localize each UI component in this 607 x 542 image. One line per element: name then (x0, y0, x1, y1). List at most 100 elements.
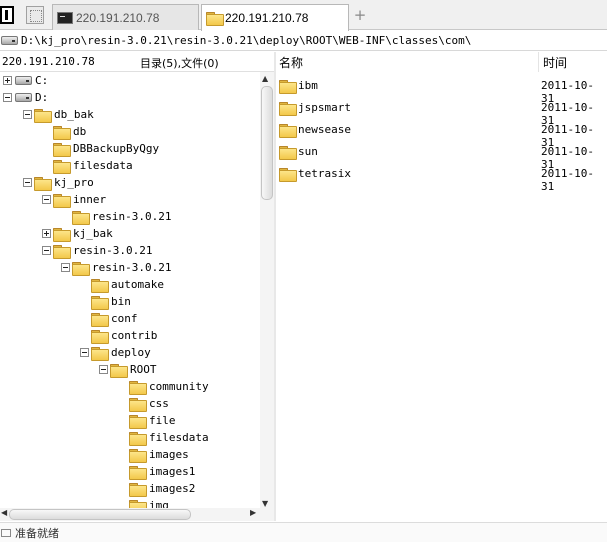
tree-node[interactable]: kj_bak (0, 225, 260, 242)
file-list-row[interactable]: newsease 2011-10-31 (276, 119, 607, 149)
host-label: 220.191.210.78 (2, 55, 95, 68)
file-list-row[interactable]: tetrasix 2011-10-31 (276, 163, 607, 193)
collapse-icon[interactable] (42, 246, 51, 255)
folder-icon (279, 102, 297, 116)
status-bar: 准备就绪 (0, 522, 607, 542)
scroll-down-icon[interactable]: ▼ (262, 499, 268, 508)
folder-icon (129, 500, 147, 508)
tree-node[interactable]: community (0, 378, 260, 395)
tree-node[interactable]: contrib (0, 327, 260, 344)
scroll-corner (260, 508, 274, 521)
folder-icon (110, 364, 128, 378)
column-time-header[interactable]: 时间 (543, 54, 567, 71)
new-window-button[interactable] (26, 6, 44, 24)
tree-node-label: conf (111, 312, 138, 325)
folder-icon (279, 168, 297, 182)
collapse-icon[interactable] (42, 195, 51, 204)
tree-node[interactable]: img (0, 497, 260, 508)
tab-strip: 220.191.210.78 220.191.210.78 + (0, 0, 607, 31)
tab-label: 220.191.210.78 (76, 10, 160, 25)
tree-node[interactable]: resin-3.0.21 (0, 242, 260, 259)
directory-tree[interactable]: C: D: db_bak db DBBackupByQgy filesdata kj_pro… (0, 72, 260, 508)
tree-node[interactable]: file (0, 412, 260, 429)
folder-icon (129, 449, 147, 463)
folder-icon (129, 381, 147, 395)
address-path: D:\kj_pro\resin-3.0.21\resin-3.0.21\depl… (21, 34, 472, 47)
folder-icon (72, 262, 90, 276)
folder-icon (91, 279, 109, 293)
tree-node[interactable]: resin-3.0.21 (0, 259, 260, 276)
expand-icon[interactable] (3, 76, 12, 85)
tree-vertical-scrollbar[interactable]: ▲ ▼ (260, 72, 274, 508)
folder-icon (129, 432, 147, 446)
tree-node-label: db (73, 125, 87, 138)
tree-node[interactable]: conf (0, 310, 260, 327)
tree-node[interactable]: filesdata (0, 157, 260, 174)
file-list-row[interactable]: jspsmart 2011-10-31 (276, 97, 607, 127)
tree-node-label: resin-3.0.21 (92, 261, 172, 274)
tree-node-label: images2 (149, 482, 196, 495)
tree-header: 220.191.210.78 目录(5),文件(0) (0, 52, 275, 72)
address-bar[interactable]: D:\kj_pro\resin-3.0.21\resin-3.0.21\depl… (0, 31, 607, 51)
tree-node-label: db_bak (54, 108, 94, 121)
collapse-icon[interactable] (23, 178, 32, 187)
tab-file-session[interactable]: 220.191.210.78 (201, 4, 349, 31)
tree-node-label: DBBackupByQgy (73, 142, 160, 155)
tree-node[interactable]: D: (0, 89, 260, 106)
collapse-icon[interactable] (23, 110, 32, 119)
tree-horizontal-scrollbar[interactable]: ◀ ▶ (0, 508, 260, 521)
tree-node[interactable]: db (0, 123, 260, 140)
tab-label: 220.191.210.78 (225, 11, 309, 25)
tree-node-label: community (149, 380, 209, 393)
tree-node[interactable]: db_bak (0, 106, 260, 123)
tree-node[interactable]: deploy (0, 344, 260, 361)
file-list-header: 名称 时间 (276, 52, 607, 72)
tree-node[interactable]: kj_pro (0, 174, 260, 191)
folder-icon (129, 466, 147, 480)
tree-node-label: automake (111, 278, 164, 291)
column-divider[interactable] (538, 52, 539, 72)
tree-node[interactable]: images (0, 446, 260, 463)
status-text: 准备就绪 (15, 526, 59, 540)
tree-node[interactable]: ROOT (0, 361, 260, 378)
tree-node[interactable]: inner (0, 191, 260, 208)
file-name: ibm (298, 79, 318, 92)
tree-node-label: bin (111, 295, 131, 308)
collapse-icon[interactable] (99, 365, 108, 374)
collapse-icon[interactable] (80, 348, 89, 357)
scroll-right-icon[interactable]: ▶ (250, 508, 256, 517)
scroll-thumb[interactable] (261, 86, 273, 200)
folder-icon (34, 109, 52, 123)
add-tab-button[interactable]: + (352, 6, 368, 24)
file-list-row[interactable]: ibm 2011-10-31 (276, 75, 607, 105)
tree-node[interactable]: images2 (0, 480, 260, 497)
file-name: jspsmart (298, 101, 351, 114)
folder-icon (91, 330, 109, 344)
tree-node[interactable]: automake (0, 276, 260, 293)
collapse-icon[interactable] (3, 93, 12, 102)
folder-icon (72, 211, 90, 225)
tree-node[interactable]: images1 (0, 463, 260, 480)
tree-node[interactable]: css (0, 395, 260, 412)
folder-icon (53, 194, 71, 208)
tree-node-label: ROOT (130, 363, 157, 376)
scroll-up-icon[interactable]: ▲ (262, 74, 268, 83)
tree-node[interactable]: DBBackupByQgy (0, 140, 260, 157)
tree-node[interactable]: filesdata (0, 429, 260, 446)
tab-terminal-session[interactable]: 220.191.210.78 (52, 4, 199, 30)
terminal-icon (57, 11, 73, 24)
tree-node-label: resin-3.0.21 (73, 244, 153, 257)
tree-node[interactable]: bin (0, 293, 260, 310)
folder-icon (53, 160, 71, 174)
file-list-row[interactable]: sun 2011-10-31 (276, 141, 607, 171)
collapse-icon[interactable] (61, 263, 70, 272)
scroll-thumb[interactable] (9, 509, 191, 520)
scroll-left-icon[interactable]: ◀ (1, 508, 7, 517)
tree-node[interactable]: resin-3.0.21 (0, 208, 260, 225)
layout-toggle-button[interactable] (0, 6, 14, 24)
column-name-header[interactable]: 名称 (279, 54, 303, 71)
folder-icon (206, 12, 224, 26)
expand-icon[interactable] (42, 229, 51, 238)
folder-icon (129, 483, 147, 497)
tree-node[interactable]: C: (0, 72, 260, 89)
